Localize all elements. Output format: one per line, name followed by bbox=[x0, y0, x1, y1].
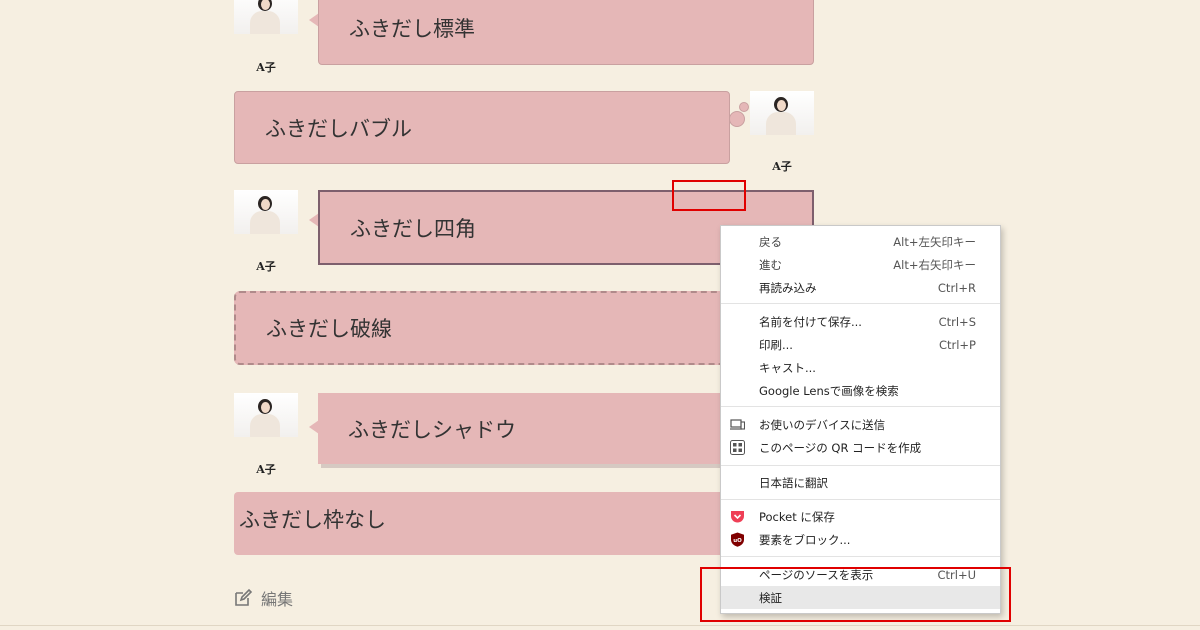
menu-item-label: 印刷... bbox=[759, 337, 793, 352]
menu-item-back[interactable]: 戻る Alt+左矢印キー bbox=[721, 230, 1000, 253]
avatar bbox=[750, 91, 814, 135]
menu-item-send-to-device[interactable]: お使いのデバイスに送信 bbox=[721, 413, 1000, 436]
menu-item-shortcut: Ctrl+R bbox=[937, 280, 976, 295]
menu-item-label: 再読み込み bbox=[759, 280, 817, 295]
menu-item-shortcut: Ctrl+P bbox=[938, 337, 976, 352]
edit-link[interactable]: 編集 bbox=[233, 586, 293, 610]
menu-item-label: キャスト... bbox=[759, 360, 816, 375]
edit-label: 編集 bbox=[261, 590, 294, 609]
menu-item-label: 進む bbox=[759, 257, 782, 272]
bubble-noframe: ふきだし枠なし bbox=[234, 492, 730, 555]
device-send-icon bbox=[730, 419, 745, 430]
menu-item-label: Google Lensで画像を検索 bbox=[759, 383, 899, 398]
menu-item-qr-code[interactable]: このページの QR コードを作成 bbox=[721, 436, 1000, 459]
highlight-box bbox=[672, 180, 746, 211]
pocket-icon bbox=[731, 511, 744, 523]
avatar bbox=[234, 0, 298, 34]
menu-item-cast[interactable]: キャスト... bbox=[721, 356, 1000, 379]
bubble-text: ふきだし枠なし bbox=[239, 508, 386, 532]
menu-item-label: このページの QR コードを作成 bbox=[759, 440, 922, 455]
menu-separator bbox=[721, 406, 1000, 407]
menu-item-shortcut: Alt+右矢印キー bbox=[893, 257, 976, 272]
context-menu: 戻る Alt+左矢印キー 進む Alt+右矢印キー 再読み込み Ctrl+R 名… bbox=[720, 225, 1001, 614]
avatar-name: A子 bbox=[256, 61, 276, 74]
bubble-text: ふきだしバブル bbox=[265, 116, 412, 141]
menu-separator bbox=[721, 556, 1000, 557]
menu-item-shortcut: Ctrl+S bbox=[938, 314, 976, 329]
menu-item-block-element[interactable]: uO 要素をブロック... bbox=[721, 528, 1000, 551]
avatar-name: A子 bbox=[772, 160, 792, 173]
menu-item-label: Pocket に保存 bbox=[759, 509, 835, 524]
ublock-icon: uO bbox=[731, 532, 744, 547]
menu-item-print[interactable]: 印刷... Ctrl+P bbox=[721, 333, 1000, 356]
menu-item-reload[interactable]: 再読み込み Ctrl+R bbox=[721, 276, 1000, 299]
menu-item-label: 戻る bbox=[759, 234, 782, 249]
bubble-dot bbox=[739, 102, 749, 112]
bubble-bubble: ふきだしバブル bbox=[234, 91, 730, 164]
menu-item-label: 日本語に翻訳 bbox=[759, 475, 828, 490]
menu-item-label: お使いのデバイスに送信 bbox=[759, 417, 886, 432]
menu-item-save-as[interactable]: 名前を付けて保存... Ctrl+S bbox=[721, 310, 1000, 333]
bubble-text: ふきだし四角 bbox=[350, 216, 476, 241]
avatar bbox=[234, 393, 298, 437]
menu-separator bbox=[721, 499, 1000, 500]
bubble-text: ふきだしシャドウ bbox=[348, 417, 516, 442]
menu-separator bbox=[721, 303, 1000, 304]
bubble-dot bbox=[729, 111, 745, 127]
bubble-dashed: ふきだし破線 bbox=[234, 291, 730, 365]
bubble-standard: ふきだし標準 bbox=[318, 0, 814, 65]
bubble-text: ふきだし破線 bbox=[266, 317, 392, 341]
avatar bbox=[234, 190, 298, 234]
divider bbox=[0, 625, 1200, 626]
avatar-name: A子 bbox=[256, 463, 276, 476]
menu-item-shortcut: Alt+左矢印キー bbox=[893, 234, 976, 249]
svg-text:uO: uO bbox=[733, 538, 742, 544]
highlight-box bbox=[700, 567, 1011, 622]
edit-icon bbox=[235, 588, 253, 606]
menu-item-pocket[interactable]: Pocket に保存 bbox=[721, 505, 1000, 528]
menu-item-google-lens[interactable]: Google Lensで画像を検索 bbox=[721, 379, 1000, 402]
bubble-text: ふきだし標準 bbox=[349, 16, 475, 41]
menu-separator bbox=[721, 465, 1000, 466]
menu-item-label: 名前を付けて保存... bbox=[759, 314, 862, 329]
menu-item-forward[interactable]: 進む Alt+右矢印キー bbox=[721, 253, 1000, 276]
menu-item-translate[interactable]: 日本語に翻訳 bbox=[721, 471, 1000, 494]
menu-item-label: 要素をブロック... bbox=[759, 532, 851, 547]
avatar-name: A子 bbox=[256, 260, 276, 273]
qr-code-icon bbox=[730, 440, 745, 455]
